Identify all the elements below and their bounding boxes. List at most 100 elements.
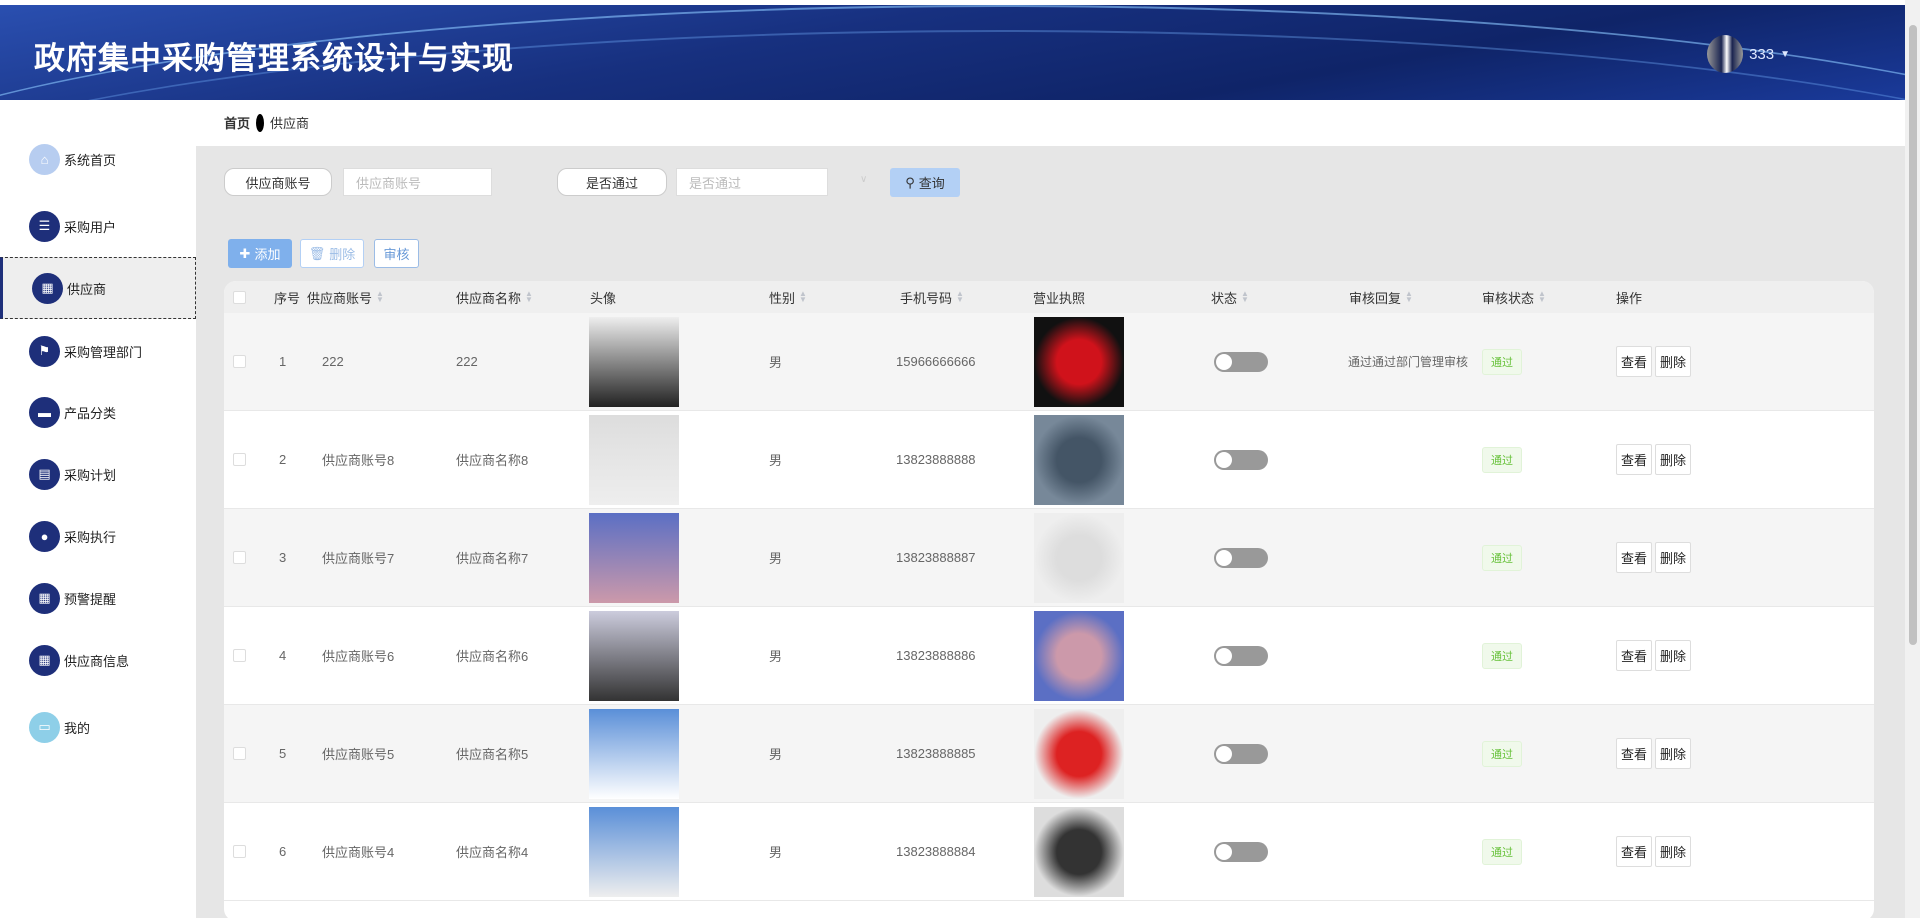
sort-icon[interactable]: ▲ ▼ bbox=[956, 290, 964, 304]
sidebar-item[interactable]: ▦ 供应商信息 bbox=[0, 629, 196, 691]
status-toggle[interactable] bbox=[1214, 449, 1268, 470]
view-button[interactable]: 查看 bbox=[1616, 542, 1653, 573]
flag-icon: ⚑ bbox=[29, 335, 60, 367]
avatar-image[interactable] bbox=[589, 316, 679, 407]
column-header[interactable]: 性别 ▲ ▼ bbox=[769, 281, 807, 313]
audit-status-badge: 通过 bbox=[1482, 446, 1522, 473]
sidebar-item[interactable]: ● 采购执行 bbox=[0, 505, 196, 567]
sort-icon[interactable]: ▲ ▼ bbox=[376, 290, 384, 304]
sort-icon[interactable]: ▲ ▼ bbox=[1538, 290, 1546, 304]
avatar-image[interactable] bbox=[589, 512, 679, 603]
column-label: 性别 bbox=[769, 290, 796, 306]
column-header[interactable]: 供应商名称 ▲ ▼ bbox=[456, 281, 533, 313]
column-header[interactable]: 手机号码 ▲ ▼ bbox=[900, 281, 964, 313]
breadcrumb-separator bbox=[256, 113, 265, 132]
delete-row-button[interactable]: 删除 bbox=[1655, 836, 1692, 867]
supplier-table: 序号 供应商账号 ▲ ▼ 供应商名称 ▲ ▼ 头像 性别 ▲ ▼ 手机号码 ▲ ▼ 营业执照 状态 ▲ ▼ 审核回复… bbox=[224, 281, 1874, 921]
chevron-down-icon[interactable]: ∨ bbox=[860, 174, 867, 185]
view-button[interactable]: 查看 bbox=[1616, 836, 1653, 867]
user-menu[interactable]: 333 ▼ bbox=[1707, 35, 1790, 73]
delete-row-button[interactable]: 删除 bbox=[1655, 444, 1692, 475]
gender: 男 bbox=[769, 551, 783, 566]
sidebar-item[interactable]: ☰ 采购用户 bbox=[0, 195, 196, 257]
column-header[interactable]: 状态 ▲ ▼ bbox=[1211, 281, 1249, 313]
row-checkbox[interactable] bbox=[233, 649, 246, 662]
status-toggle[interactable] bbox=[1214, 351, 1268, 372]
delete-row-button[interactable]: 删除 bbox=[1655, 346, 1692, 377]
sidebar-item-label: 采购用户 bbox=[64, 219, 117, 235]
view-button[interactable]: 查看 bbox=[1616, 738, 1653, 769]
view-button[interactable]: 查看 bbox=[1616, 444, 1653, 475]
license-image[interactable] bbox=[1034, 610, 1124, 701]
account-input[interactable]: 供应商账号 bbox=[343, 168, 492, 196]
breadcrumb-home[interactable]: 首页 bbox=[224, 113, 250, 132]
avatar-image[interactable] bbox=[589, 708, 679, 799]
select-all-checkbox[interactable] bbox=[233, 290, 246, 304]
status-toggle[interactable] bbox=[1214, 645, 1268, 666]
status-toggle[interactable] bbox=[1214, 841, 1268, 862]
query-button[interactable]: ⚲ 查询 bbox=[890, 168, 960, 197]
sidebar-item[interactable]: ⌂ 系统首页 bbox=[0, 128, 196, 190]
avatar-image[interactable] bbox=[589, 610, 679, 701]
supplier-name: 供应商名称6 bbox=[456, 649, 529, 664]
delete-row-button[interactable]: 删除 bbox=[1655, 738, 1692, 769]
avatar-image[interactable] bbox=[589, 414, 679, 505]
view-button[interactable]: 查看 bbox=[1616, 640, 1653, 671]
license-image[interactable] bbox=[1034, 414, 1124, 505]
view-button[interactable]: 查看 bbox=[1616, 346, 1653, 377]
sort-icon[interactable]: ▲ ▼ bbox=[525, 290, 533, 304]
sort-icon[interactable]: ▲ ▼ bbox=[1405, 290, 1413, 304]
row-checkbox[interactable] bbox=[233, 845, 246, 858]
add-button[interactable]: ✚ 添加 bbox=[228, 239, 292, 268]
table-row: 2 供应商账号8 供应商名称8 男 13823888888 通过 查看 删除 bbox=[224, 411, 1874, 509]
column-header[interactable]: 审核状态 ▲ ▼ bbox=[1482, 281, 1546, 313]
license-image[interactable] bbox=[1034, 708, 1124, 799]
pass-label: 是否通过 bbox=[557, 168, 667, 196]
column-header: 序号 bbox=[274, 281, 300, 313]
column-header[interactable]: 供应商账号 ▲ ▼ bbox=[307, 281, 384, 313]
status-toggle[interactable] bbox=[1214, 547, 1268, 568]
sidebar-item[interactable]: ▭ 我的 bbox=[0, 696, 196, 758]
table-row: 3 供应商账号7 供应商名称7 男 13823888887 通过 查看 删除 bbox=[224, 509, 1874, 607]
sidebar-item[interactable]: ▤ 采购计划 bbox=[0, 443, 196, 505]
status-toggle[interactable] bbox=[1214, 743, 1268, 764]
sidebar-item-label: 采购执行 bbox=[64, 529, 117, 545]
column-header[interactable]: 审核回复 ▲ ▼ bbox=[1349, 281, 1413, 313]
sidebar-item[interactable]: ▦ 供应商 bbox=[0, 257, 196, 319]
row-checkbox[interactable] bbox=[233, 551, 246, 564]
audit-status-badge: 通过 bbox=[1482, 740, 1522, 767]
table-row: 6 供应商账号4 供应商名称4 男 13823888884 通过 查看 删除 bbox=[224, 803, 1874, 901]
delete-row-button[interactable]: 删除 bbox=[1655, 542, 1692, 573]
table-body: 1 222 222 男 15966666666 通过通过部门管理审核 通过 查看… bbox=[224, 313, 1874, 901]
audit-status-badge: 通过 bbox=[1482, 544, 1522, 571]
pass-select[interactable]: 是否通过 bbox=[676, 168, 828, 196]
phone: 13823888885 bbox=[896, 746, 976, 761]
scrollbar-thumb[interactable] bbox=[1909, 25, 1917, 645]
delete-button[interactable]: 🗑 删除 bbox=[300, 239, 364, 268]
supplier-name: 222 bbox=[456, 354, 478, 369]
sort-icon[interactable]: ▲ ▼ bbox=[799, 290, 807, 304]
trash-icon: 🗑 bbox=[308, 245, 326, 261]
avatar-image[interactable] bbox=[589, 806, 679, 897]
license-image[interactable] bbox=[1034, 316, 1124, 407]
license-image[interactable] bbox=[1034, 806, 1124, 897]
sidebar-item-label: 采购计划 bbox=[64, 467, 117, 483]
add-label: 添加 bbox=[254, 247, 281, 262]
sidebar-item[interactable]: ▬ 产品分类 bbox=[0, 381, 196, 443]
audit-status-badge: 通过 bbox=[1482, 642, 1522, 669]
sidebar-item[interactable]: ▦ 预警提醒 bbox=[0, 567, 196, 629]
delete-row-button[interactable]: 删除 bbox=[1655, 640, 1692, 671]
list-icon: ☰ bbox=[29, 210, 60, 242]
audit-button[interactable]: 审核 bbox=[374, 239, 419, 268]
account-label: 供应商账号 bbox=[224, 168, 332, 196]
gender: 男 bbox=[769, 747, 783, 762]
phone: 15966666666 bbox=[896, 354, 976, 369]
home-icon: ⌂ bbox=[29, 143, 60, 175]
license-image[interactable] bbox=[1034, 512, 1124, 603]
row-checkbox[interactable] bbox=[233, 355, 246, 368]
row-checkbox[interactable] bbox=[233, 453, 246, 466]
sidebar-item[interactable]: ⚑ 采购管理部门 bbox=[0, 320, 196, 382]
scrollbar[interactable] bbox=[1905, 0, 1920, 918]
row-checkbox[interactable] bbox=[233, 747, 246, 760]
sort-icon[interactable]: ▲ ▼ bbox=[1241, 290, 1249, 304]
